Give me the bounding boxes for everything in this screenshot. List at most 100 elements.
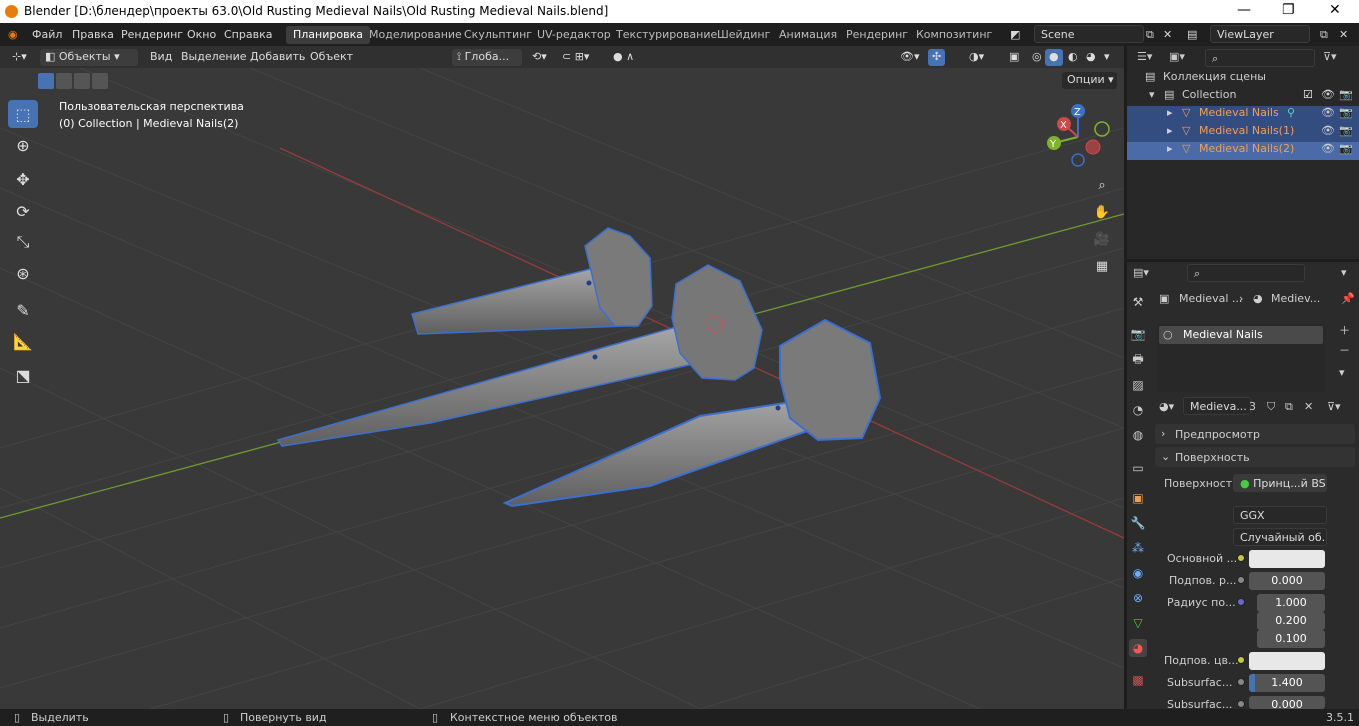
outliner-object-row[interactable]: ▸ ▽ Medieval Nails ⚲ 👁 📷 <box>1127 106 1359 124</box>
tab-sculpting[interactable]: Скульптинг <box>457 26 539 44</box>
subsurface-color-swatch[interactable] <box>1249 652 1325 670</box>
select-invert-icon[interactable] <box>92 73 108 89</box>
render-camera-icon[interactable]: 📷 <box>1339 106 1353 119</box>
visibility-eye-icon[interactable]: 👁 <box>1321 124 1335 137</box>
outliner-object-row-active[interactable]: ▸ ▽ Medieval Nails(2) 👁 📷 <box>1127 142 1359 160</box>
properties-editor-icon[interactable]: ▤▾ <box>1133 266 1149 279</box>
select-mode-buttons[interactable] <box>38 73 116 89</box>
transform-tool-icon[interactable]: ⊛ <box>8 259 38 287</box>
scene-selector[interactable]: Scene <box>1034 25 1144 43</box>
unlink-material-icon[interactable]: ✕ <box>1304 400 1313 413</box>
tab-layout[interactable]: Планировка <box>286 26 370 44</box>
world-tab-icon[interactable]: ◍ <box>1129 426 1147 444</box>
snap-icon[interactable]: ⊂ ⊞▾ <box>558 49 593 66</box>
nail-object-1[interactable] <box>411 227 653 335</box>
radius-x-value[interactable]: 1.000 <box>1257 594 1325 612</box>
add-cube-tool-icon[interactable]: ⬔ <box>8 361 38 389</box>
outliner-collection[interactable]: ▾ ▤ Collection ☑ 👁 📷 <box>1127 88 1359 106</box>
menu-render[interactable]: Рендеринг <box>121 28 183 41</box>
camera-view-icon[interactable]: 🎥 <box>1091 228 1113 250</box>
rendered-shading-icon[interactable]: ◕ <box>1082 49 1100 66</box>
tab-modeling[interactable]: Моделирование <box>362 26 469 44</box>
transform-orientation[interactable]: ⟟ Глоба... <box>452 49 522 66</box>
annotate-tool-icon[interactable]: ✎ <box>8 296 38 324</box>
visibility-eye-icon[interactable]: 👁 <box>1321 142 1335 155</box>
constraints-tab-icon[interactable]: ⊗ <box>1129 589 1147 607</box>
modifier-tab-icon[interactable]: 🔧 <box>1129 514 1147 532</box>
view-layer-selector[interactable]: ViewLayer <box>1210 25 1310 43</box>
expand-arrow-icon[interactable]: ▸ <box>1167 106 1173 119</box>
render-tab-icon[interactable]: 📷 <box>1129 325 1147 343</box>
ortho-grid-icon[interactable]: ▦ <box>1091 255 1113 277</box>
remove-slot-button[interactable]: － <box>1339 342 1350 358</box>
radius-z-value[interactable]: 0.100 <box>1257 630 1325 648</box>
tab-compositing[interactable]: Композитинг <box>909 26 999 44</box>
select-box-icon[interactable]: ⬚ <box>8 100 38 128</box>
render-camera-icon[interactable]: 📷 <box>1339 142 1353 155</box>
menu-help[interactable]: Справка <box>224 28 272 41</box>
visibility-eye-icon[interactable]: 👁 <box>1321 106 1335 119</box>
mode-selector[interactable]: ◧ Объекты ▾ <box>40 49 138 66</box>
subsurface-method-dropdown[interactable]: Случайный об... <box>1233 528 1327 546</box>
filter-icon[interactable]: ⊽▾ <box>1323 50 1337 63</box>
properties-options-icon[interactable]: ▾ <box>1341 266 1347 279</box>
move-tool-icon[interactable]: ✥ <box>8 165 38 193</box>
menu-window[interactable]: Окно <box>187 28 216 41</box>
socket-value-icon[interactable] <box>1237 576 1245 584</box>
exclude-checkbox[interactable]: ☑ <box>1303 88 1313 101</box>
material-browse-type-icon[interactable]: ⊽▾ <box>1327 400 1341 413</box>
menu-object[interactable]: Объект <box>306 49 357 66</box>
select-new-icon[interactable] <box>38 73 54 89</box>
particles-tab-icon[interactable]: ⁂ <box>1129 539 1147 557</box>
distribution-dropdown[interactable]: GGX <box>1233 506 1327 524</box>
zoom-icon[interactable]: ⌕ <box>1091 174 1113 196</box>
maximize-button[interactable]: ❐ <box>1282 2 1295 18</box>
visibility-eye-icon[interactable]: 👁 <box>1321 88 1335 101</box>
shading-options-icon[interactable]: ▾ <box>1100 49 1114 66</box>
radius-y-value[interactable]: 0.200 <box>1257 612 1325 630</box>
delete-view-layer-icon[interactable]: ✕ <box>1339 28 1348 41</box>
outliner-search-input[interactable]: ⌕ <box>1205 49 1315 67</box>
subsurface-ior-value[interactable]: 1.400 <box>1249 674 1325 692</box>
options-dropdown[interactable]: Опции ▾ <box>1062 72 1117 89</box>
data-tab-icon[interactable]: ▽ <box>1129 614 1147 632</box>
output-tab-icon[interactable]: 🖶 <box>1129 351 1147 369</box>
render-camera-icon[interactable]: 📷 <box>1339 88 1353 101</box>
tab-shading[interactable]: Шейдинг <box>710 26 777 44</box>
menu-select[interactable]: Выделение <box>177 49 251 66</box>
overlay-icon[interactable]: ◑▾ <box>965 49 988 66</box>
fake-user-shield-icon[interactable]: ⛉ <box>1267 400 1275 414</box>
expand-arrow-icon[interactable]: ▸ <box>1167 142 1173 155</box>
render-camera-icon[interactable]: 📷 <box>1339 124 1353 137</box>
new-view-layer-icon[interactable]: ⧉ <box>1320 28 1328 42</box>
properties-search-input[interactable]: ⌕ <box>1187 264 1305 282</box>
material-browse-icon[interactable]: ◕▾ <box>1159 400 1174 413</box>
subsurface-value[interactable]: 0.000 <box>1249 572 1325 590</box>
select-subtract-icon[interactable] <box>74 73 90 89</box>
surface-shader-field[interactable]: ● Принц...й BSDF <box>1233 474 1327 492</box>
visibility-icon[interactable]: 👁▾ <box>896 49 924 66</box>
tool-tab-icon[interactable]: ⚒ <box>1129 293 1147 311</box>
outliner-scene-collection[interactable]: ▤ Коллекция сцены <box>1127 70 1359 88</box>
pivot-icon[interactable]: ⟲▾ <box>528 49 551 66</box>
panel-preview-header[interactable]: › Предпросмотр <box>1155 424 1355 444</box>
add-slot-button[interactable]: ＋ <box>1339 322 1350 338</box>
display-mode-icon[interactable]: ▣▾ <box>1169 50 1185 63</box>
proportional-edit-icon[interactable]: ● ∧ <box>609 49 638 66</box>
scale-tool-icon[interactable]: ⤡ <box>8 228 38 256</box>
scene-tab-icon[interactable]: ◔ <box>1129 401 1147 419</box>
modifier-icon[interactable]: ⚲ <box>1287 106 1295 119</box>
object-tab-icon[interactable]: ▣ <box>1129 489 1147 507</box>
blender-menu-icon[interactable]: ◉ <box>8 28 18 41</box>
tab-rendering[interactable]: Рендеринг <box>839 26 915 44</box>
tab-uv-editing[interactable]: UV-редактор <box>530 26 618 44</box>
material-shading-icon[interactable]: ◐ <box>1064 49 1082 66</box>
collection-tab-icon[interactable]: ▭ <box>1129 459 1147 477</box>
measure-tool-icon[interactable]: 📐 <box>8 327 38 355</box>
menu-add[interactable]: Добавить <box>246 49 309 66</box>
material-users-count[interactable]: 3 <box>1249 400 1256 413</box>
material-tab-icon[interactable]: ◕ <box>1129 639 1147 657</box>
navigation-gizmo[interactable]: Z Y X <box>1040 102 1120 172</box>
gizmo-toggle-icon[interactable]: ✣ <box>928 49 946 66</box>
solid-shading-icon[interactable]: ● <box>1045 49 1063 66</box>
